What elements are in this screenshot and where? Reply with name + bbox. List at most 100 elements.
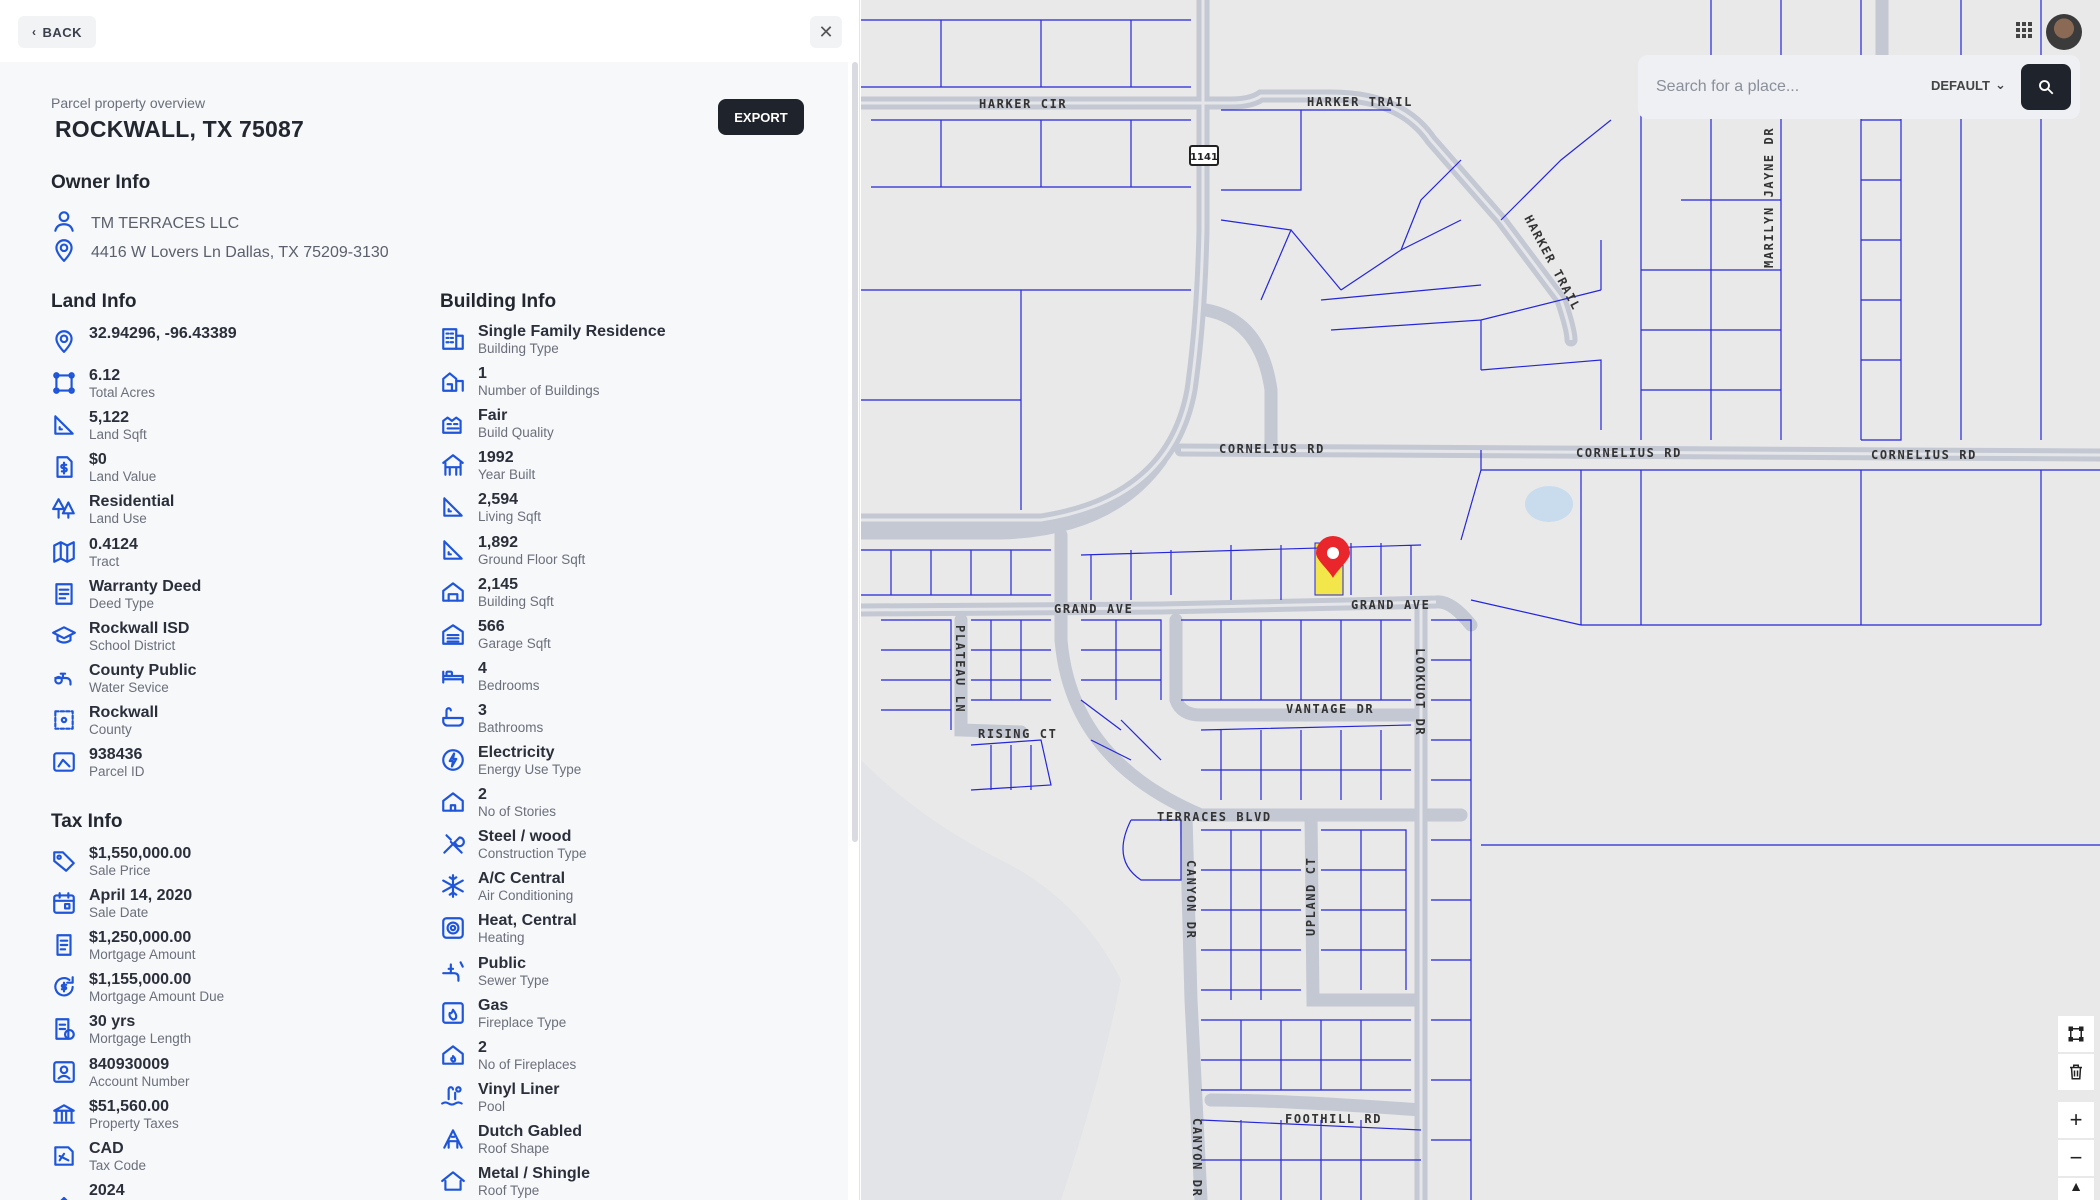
land-info-label: School District [89,637,176,653]
building-info-value: Electricity [478,744,555,761]
building-info-title: Building Info [440,291,557,312]
ruler-triangle-icon [51,412,77,438]
road-label: UPLAND CT [1304,857,1318,936]
snowflake-icon [440,873,466,899]
road-label: CORNELIUS RD [1219,442,1325,456]
road-label: MARILYN JAYNE DR [1762,127,1776,268]
tax-info-item: $1,550,000.00 Sale Price [51,845,191,879]
building-info-value: 2 [478,1038,487,1056]
building-info-item: 2,594 Living Sqft [440,491,541,525]
land-info-value: 0.4124 [89,535,138,553]
building-info-item: 1,892 Ground Floor Sqft [440,534,585,568]
county-icon [51,707,77,733]
road-label: GRAND AVE [1351,598,1430,612]
building-info-value: Metal / Shingle [478,1165,591,1182]
land-info-item: 938436 Parcel ID [51,746,145,780]
apps-grid-icon[interactable] [2016,22,2032,38]
land-info-value: 5,122 [89,409,130,427]
house-icon [440,789,466,815]
building-info-label: Ground Floor Sqft [478,551,586,567]
panel-scrollbar[interactable] [852,62,858,842]
building-info-label: Pool [478,1098,506,1114]
bed-icon [440,663,466,689]
land-info-item: 6.12 Total Acres [51,367,155,401]
building-info-label: No of Stories [478,804,557,820]
land-info-label: Water Sevice [89,679,169,695]
building-info-item: 566 Garage Sqft [440,618,551,652]
tax-info-item: 840930009 Account Number [51,1056,190,1090]
building-info-item: 3 Bathrooms [440,702,543,736]
compass-button[interactable]: ▲ [2058,1178,2094,1200]
zoom-out-button[interactable]: − [2058,1140,2094,1176]
map-style-select[interactable]: DEFAULT ⌄ [1931,77,2006,93]
land-info-item: 0.4124 Tract [51,536,138,570]
tax-info-item: April 14, 2020 Sale Date [51,887,192,921]
building-info-label: Building Sqft [478,593,554,609]
building-info-item: Dutch Gabled Roof Shape [440,1123,582,1157]
sewer-icon [440,958,466,984]
map-icon [51,539,77,565]
buildings-count-icon [440,368,466,394]
back-label: BACK [42,24,83,40]
tax-code-icon [51,1143,77,1169]
bathtub-icon [440,705,466,731]
building-info-item: Vinyl Liner Pool [440,1081,560,1115]
polygon-icon [2068,1026,2084,1042]
export-button[interactable]: EXPORT [718,99,804,135]
land-info-label: Tract [89,553,120,569]
tax-info-value: $1,550,000.00 [89,845,192,862]
tax-info-item: $51,560.00 Property Taxes [51,1098,179,1132]
building-info-value: 1992 [478,449,514,467]
building-info-item: A/C Central Air Conditioning [440,870,573,904]
building-info-value: 2 [478,786,487,804]
tax-info-item: 30 yrs Mortgage Length [51,1013,191,1047]
road-label: CORNELIUS RD [1576,446,1682,460]
house-fireplace-icon [440,1042,466,1068]
land-info-value: Rockwall [89,703,159,721]
building-info-item: Single Family Residence Building Type [440,323,666,357]
land-info-label: Parcel ID [89,764,145,779]
zoom-in-button[interactable]: + [2058,1102,2094,1138]
land-info-value: County Public [89,661,197,679]
delete-shape-button[interactable] [2058,1054,2094,1090]
owner-address-row: 4416 W Lovers Ln Dallas, TX 75209-3130 [51,237,389,268]
tax-info-value: $1,155,000.00 [89,971,192,989]
tax-info-value: 840930009 [89,1055,170,1073]
building-info-label: Build Quality [478,425,554,441]
road-label: LOOKUOT DR [1413,648,1427,736]
land-info-item: County Public Water Sevice [51,662,197,696]
map-view[interactable]: HARKER CIR HARKER TRAIL HARKER TRAIL MAR… [861,0,2100,1200]
tax-info-item: $1,155,000.00 Mortgage Amount Due [51,971,224,1005]
building-info-item: 4 Bedrooms [440,660,540,694]
ruler-triangle-icon [440,494,466,520]
building-info-label: Construction Type [478,846,587,862]
minus-icon: − [2069,1145,2083,1170]
dollar-document-icon [51,454,77,480]
building-info-value: Heat, Central [478,912,577,930]
close-button[interactable]: ✕ [810,16,842,48]
building-info-value: 1 [478,365,487,383]
land-info-item: Rockwall County [51,704,158,738]
location-pin-icon [51,328,77,354]
fireplace-icon [440,1000,466,1026]
building-info-label: Year Built [478,467,536,483]
land-info-label: Total Acres [89,385,156,401]
user-avatar[interactable] [2046,14,2082,50]
land-info-item: 32.94296, -96.43389 [51,325,237,354]
back-button[interactable]: ‹ BACK [18,16,97,48]
building-info-value: 3 [478,701,487,719]
land-info-value: $0 [89,451,107,469]
search-button[interactable] [2021,64,2071,110]
building-info-item: Fair Build Quality [440,407,554,441]
road-label: CORNELIUS RD [1871,448,1977,462]
road-label: CANYON DR [1184,860,1198,939]
building-info-item: 2 No of Fireplaces [440,1039,576,1073]
map-canvas[interactable]: HARKER CIR HARKER TRAIL HARKER TRAIL MAR… [861,0,2100,1200]
panel-content: Parcel property overview ROCKWALL, TX 75… [0,62,848,1200]
account-icon [51,1059,77,1085]
building-info-value: A/C Central [478,870,566,888]
panel-topbar: ‹ BACK ✕ [0,0,859,62]
search-input[interactable] [1646,63,1948,111]
draw-polygon-button[interactable] [2058,1016,2094,1052]
road-label: HARKER TRAIL [1307,95,1413,109]
